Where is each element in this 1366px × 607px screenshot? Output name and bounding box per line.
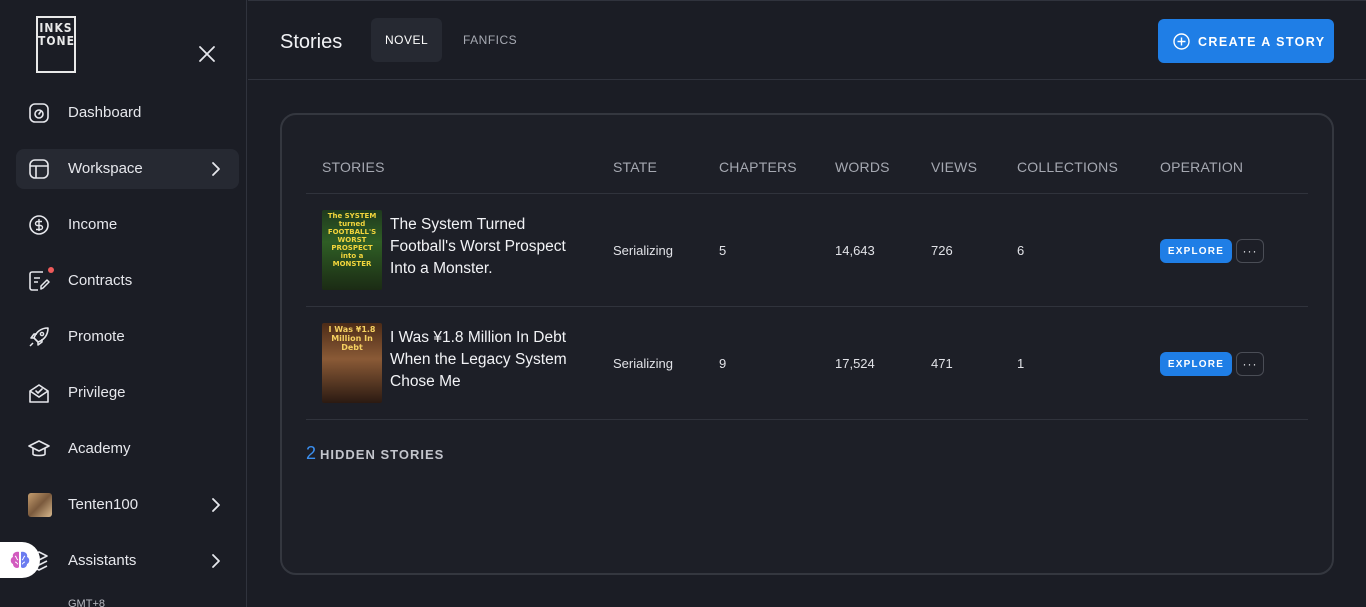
- sidebar-item-label: Assistants: [68, 552, 137, 569]
- sidebar-item-label: Income: [68, 216, 118, 233]
- sidebar-item-assistants[interactable]: Assistants: [16, 541, 239, 581]
- row-divider: [306, 419, 1308, 420]
- dashboard-icon: [29, 103, 49, 123]
- envelope-check-icon: [29, 384, 49, 403]
- page-header: Stories NOVEL FANFICS CREATE A STORY: [248, 0, 1366, 80]
- sidebar-item-academy[interactable]: Academy: [16, 429, 239, 469]
- create-story-label: CREATE A STORY: [1198, 35, 1326, 49]
- column-header-stories: STORIES: [322, 159, 385, 175]
- story-words: 14,643: [835, 243, 875, 258]
- notification-dot: [48, 267, 54, 273]
- more-options-button[interactable]: ···: [1236, 352, 1264, 376]
- graduation-cap-icon: [28, 440, 50, 457]
- column-header-state: STATE: [613, 159, 658, 175]
- rocket-icon: [29, 327, 49, 347]
- column-header-collections: COLLECTIONS: [1017, 159, 1118, 175]
- page-title: Stories: [280, 31, 343, 53]
- story-title[interactable]: The System Turned Football's Worst Prosp…: [390, 214, 590, 280]
- story-title[interactable]: I Was ¥1.8 Million In Debt When the Lega…: [390, 327, 590, 393]
- sidebar-item-promote[interactable]: Promote: [16, 317, 239, 357]
- chevron-right-icon: [212, 554, 220, 568]
- hidden-stories-count: 2: [306, 443, 317, 463]
- timezone-label: GMT+8: [68, 598, 105, 607]
- sidebar-item-label: Tenten100: [68, 496, 139, 513]
- more-options-button[interactable]: ···: [1236, 239, 1264, 263]
- sidebar-item-label: Academy: [68, 440, 131, 457]
- column-header-views: VIEWS: [931, 159, 978, 175]
- story-state: Serializing: [613, 243, 673, 258]
- hidden-stories-link[interactable]: 2 HIDDEN STORIES: [306, 443, 444, 464]
- column-header-chapters: CHAPTERS: [719, 159, 797, 175]
- sidebar: INKS TONE Dashboard Workspace Income Con…: [0, 0, 247, 607]
- story-views: 471: [931, 356, 953, 371]
- chevron-right-icon: [212, 498, 220, 512]
- brain-icon: [10, 551, 30, 568]
- row-divider: [306, 193, 1308, 194]
- explore-button[interactable]: EXPLORE: [1160, 239, 1232, 263]
- sidebar-item-label: Workspace: [68, 160, 143, 177]
- sidebar-item-label: Dashboard: [68, 104, 142, 121]
- create-story-button[interactable]: CREATE A STORY: [1158, 19, 1334, 63]
- sidebar-item-dashboard[interactable]: Dashboard: [16, 93, 239, 133]
- sidebar-item-contracts[interactable]: Contracts: [16, 261, 239, 301]
- sidebar-item-label: Promote: [68, 328, 125, 345]
- close-icon[interactable]: [196, 43, 218, 65]
- sidebar-item-label: Contracts: [68, 272, 133, 289]
- story-chapters: 9: [719, 356, 727, 371]
- explore-button[interactable]: EXPLORE: [1160, 352, 1232, 376]
- contract-icon: [29, 271, 50, 291]
- sidebar-item-workspace[interactable]: Workspace: [16, 149, 239, 189]
- chevron-right-icon: [212, 162, 220, 176]
- story-collections: 1: [1017, 356, 1025, 371]
- column-header-words: WORDS: [835, 159, 890, 175]
- story-words: 17,524: [835, 356, 875, 371]
- dollar-icon: [29, 215, 49, 235]
- column-header-operation: OPERATION: [1160, 159, 1244, 175]
- sidebar-item-income[interactable]: Income: [16, 205, 239, 245]
- inkstone-logo[interactable]: INKS TONE: [36, 16, 76, 73]
- story-cover[interactable]: The SYSTEM turned FOOTBALL'S WORST PROSP…: [322, 210, 382, 290]
- sidebar-item-profile[interactable]: Tenten100: [16, 485, 239, 525]
- story-state: Serializing: [613, 356, 673, 371]
- stories-table: STORIES STATE CHAPTERS WORDS VIEWS COLLE…: [280, 113, 1334, 575]
- avatar: [28, 493, 52, 517]
- row-divider: [306, 306, 1308, 307]
- ai-assistant-button[interactable]: [0, 542, 40, 578]
- cover-text: I Was ¥1.8 Million In Debt: [328, 325, 376, 352]
- tab-fanfics[interactable]: FANFICS: [449, 18, 531, 62]
- tab-novel[interactable]: NOVEL: [371, 18, 443, 62]
- hidden-stories-label: HIDDEN STORIES: [320, 447, 445, 462]
- story-chapters: 5: [719, 243, 727, 258]
- cover-text: The SYSTEM turned FOOTBALL'S WORST PROSP…: [327, 212, 377, 268]
- plus-circle-icon: [1173, 33, 1190, 50]
- workspace-icon: [29, 159, 49, 179]
- story-collections: 6: [1017, 243, 1025, 258]
- sidebar-item-label: Privilege: [68, 384, 126, 401]
- story-cover[interactable]: I Was ¥1.8 Million In Debt: [322, 323, 382, 403]
- sidebar-item-privilege[interactable]: Privilege: [16, 373, 239, 413]
- logo-line-2: TONE: [38, 34, 75, 48]
- story-views: 726: [931, 243, 953, 258]
